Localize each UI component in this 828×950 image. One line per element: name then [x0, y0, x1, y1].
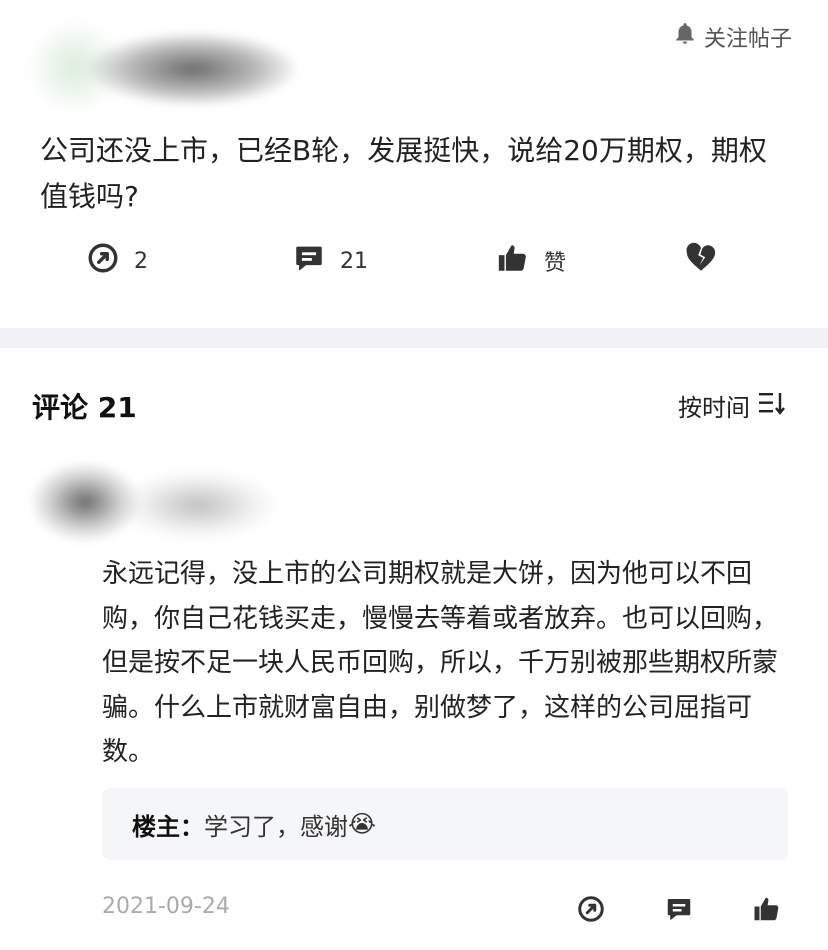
thumbs-up-icon: [496, 241, 530, 281]
share-button[interactable]: 2: [86, 238, 148, 284]
reply-author: 楼主：: [132, 812, 204, 841]
section-divider: [0, 328, 828, 348]
post-action-bar: 2 21 赞: [0, 238, 828, 284]
comment-like-button[interactable]: [752, 894, 782, 930]
share-icon: [576, 896, 606, 928]
share-count: 2: [134, 248, 148, 274]
broken-heart-icon: [684, 241, 718, 281]
reply-preview[interactable]: 楼主： 学习了，感谢 😭: [102, 788, 788, 860]
commenter-name-blurred[interactable]: [118, 470, 278, 540]
comment-reply-button[interactable]: [664, 894, 694, 930]
sort-by-time-button[interactable]: 按时间: [678, 388, 788, 423]
comment-date: 2021-09-24: [102, 894, 230, 919]
comment-icon: [292, 241, 326, 281]
comment-share-button[interactable]: [576, 894, 606, 930]
follow-post-label: 关注帖子: [703, 27, 792, 52]
comment-content: 永远记得，没上市的公司期权就是大饼，因为他可以不回购，你自己花钱买走，慢慢去等着…: [102, 559, 779, 767]
reply-text: 学习了，感谢: [204, 812, 348, 841]
comment-button[interactable]: 21: [292, 238, 368, 284]
comments-header: 评论 21: [32, 391, 137, 424]
thumbs-up-icon: [752, 897, 782, 928]
comment-count: 21: [340, 248, 368, 274]
share-icon: [86, 241, 120, 281]
like-button[interactable]: 赞: [496, 238, 566, 284]
post-content: 公司还没上市，已经B轮，发展挺快，说给20万期权，期权值钱吗?: [40, 134, 767, 213]
dislike-button[interactable]: [684, 238, 718, 284]
author-name-blurred[interactable]: [88, 32, 298, 106]
sort-label: 按时间: [678, 394, 750, 422]
crying-emoji: 😭: [348, 810, 377, 838]
follow-post-button[interactable]: 关注帖子: [672, 22, 792, 52]
bell-icon: [672, 21, 698, 53]
comment-icon: [664, 899, 694, 928]
sort-icon: [758, 390, 788, 422]
like-label: 赞: [544, 251, 567, 276]
reply-line: 楼主： 学习了，感谢 😭: [132, 788, 376, 860]
